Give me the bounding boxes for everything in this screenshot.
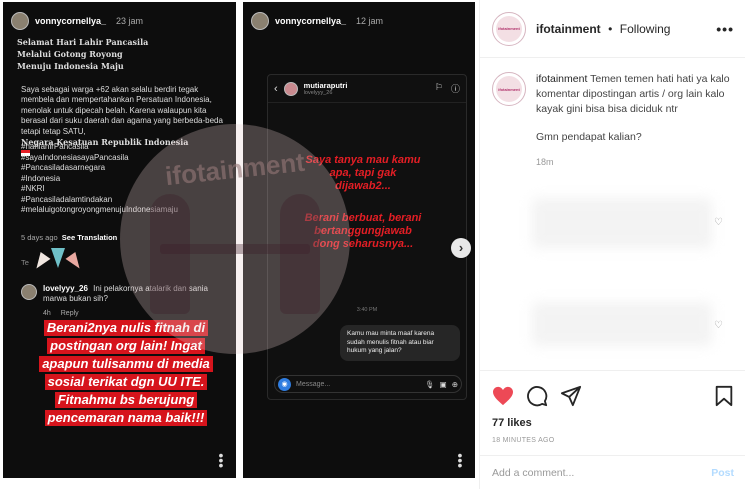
caption-time: 18m: [536, 157, 554, 167]
hashtag: #harilahirPancasila: [21, 142, 89, 151]
translation-label: Te: [21, 258, 29, 267]
dm-placeholder: Message...: [296, 380, 331, 388]
comment-meta: 4h Reply: [43, 310, 87, 317]
hashtag: #Pancasiladasarnegara: [21, 163, 106, 172]
account-avatar[interactable]: ifotainment: [492, 11, 526, 46]
account-logo: ifotainment: [496, 15, 522, 42]
post-actions: 77 likes 18 MINUTES AGO: [480, 370, 745, 444]
banner-line: Fitnahmu bs berujung: [54, 392, 198, 408]
avatar: [21, 284, 37, 300]
banner-line: sosial terikat dgn UU ITE.: [44, 374, 208, 390]
comment-reply: Reply: [60, 310, 79, 317]
hashtag: #NKRI: [21, 184, 45, 193]
header-text: ifotainment • Following: [536, 20, 670, 38]
post-caption: ifotainment ifotainment Temen temen hati…: [492, 72, 732, 167]
dm-header-icons: ⚐ ⓘ: [435, 82, 460, 95]
arrow-icon: [31, 252, 51, 272]
story-header: vonnycornellya_ 23 jam: [11, 12, 143, 30]
banner-line: pencemaran nama baik!!!: [44, 410, 208, 426]
avatar: [251, 12, 269, 30]
days-ago: 5 days ago: [21, 233, 58, 242]
heart-icon[interactable]: ♡: [714, 217, 723, 228]
caption-content: ifotainment Temen temen hati hati ya kal…: [536, 72, 732, 167]
plus-icon: ⊕: [451, 379, 458, 389]
caption-title: Selamat Hari Lahir Pancasila Melalui Got…: [17, 37, 149, 71]
hashtag: #sayaIndonesiasayaPancasila: [21, 152, 129, 162]
separator-dot: •: [608, 21, 613, 36]
see-translation-link: See Translation: [61, 233, 118, 242]
action-bar: [492, 385, 734, 407]
blurred-comment: [532, 198, 712, 248]
account-logo: ifotainment: [496, 76, 522, 102]
dm-header: ‹ mutiaraputri lovelyyy_26 ⚐ ⓘ: [268, 75, 466, 103]
caption-body-text: Saya sebagai warga +62 akan selalu berdi…: [21, 84, 223, 136]
heart-icon[interactable]: ♡: [714, 320, 723, 331]
hashtag: #melaluigotongroyongmenujuIndonesiamaju: [21, 205, 178, 214]
caption-question: Gmn pendapat kalian?: [536, 131, 642, 143]
banner-line: Berani2nya nulis fitnah di: [43, 320, 209, 336]
story-screenshot-2: vonnycornellya_ 12 jam ‹ mutiaraputri lo…: [243, 2, 475, 478]
hashtag-list: #harilahirPancasila #sayaIndonesiasayaPa…: [21, 142, 233, 216]
red-handwritten-text: Berani berbuat, berani bertanggungjawab …: [304, 212, 422, 250]
warning-banner: Berani2nya nulis fitnah di postingan org…: [21, 320, 231, 426]
story-username: vonnycornellya_: [275, 16, 347, 26]
caption-meta: 5 days ago See Translation: [21, 233, 117, 242]
story-time: 23 jam: [116, 16, 144, 26]
post-sidebar: ifotainment ifotainment • Following ••• …: [479, 0, 745, 489]
red-handwritten-text: Saya tanya mau kamu apa, tapi gak dijawa…: [305, 154, 421, 192]
story-username: vonnycornellya_: [35, 16, 107, 26]
post-time-ago: 18 MINUTES AGO: [492, 437, 555, 444]
image-icon: ▣: [439, 379, 447, 389]
hashtag: #Indonesia: [21, 173, 61, 183]
more-vertical-icon: • • •: [457, 447, 463, 473]
story-header: vonnycornellya_ 12 jam: [251, 12, 383, 30]
dm-names: mutiaraputri lovelyyy_26: [304, 81, 348, 96]
post-header: ifotainment ifotainment • Following •••: [480, 0, 745, 58]
comment-username: lovelyyy_26: [43, 284, 88, 293]
bookmark-icon[interactable]: [714, 385, 734, 407]
share-icon[interactable]: [560, 385, 582, 407]
dm-input-bar: ◉ Message... 🎙 ▣ ⊕: [274, 375, 462, 393]
caption-username[interactable]: ifotainment: [536, 73, 587, 85]
info-icon: ⓘ: [450, 84, 460, 94]
arrow-icon: [51, 248, 65, 268]
comment-age: 4h: [43, 310, 51, 317]
post-comment-button[interactable]: Post: [711, 467, 734, 479]
more-vertical-icon: • • •: [218, 447, 224, 473]
next-slide-button[interactable]: ›: [451, 238, 471, 258]
banner-line: apapun tulisanmu di media: [39, 356, 213, 372]
arrow-icon: [65, 252, 85, 272]
comment-body: lovelyyy_26 Ini pelakornya atalarik dan …: [43, 284, 231, 304]
comment: lovelyyy_26 Ini pelakornya atalarik dan …: [21, 284, 231, 304]
more-options-icon[interactable]: •••: [716, 21, 734, 37]
story-time: 12 jam: [356, 16, 384, 26]
following-button[interactable]: Following: [620, 22, 671, 36]
flag-icon: ⚐: [434, 82, 443, 92]
avatar: [11, 12, 29, 30]
hashtag: #Pancasiladalamtindakan: [21, 194, 113, 204]
dm-timestamp: 3:40 PM: [356, 307, 378, 313]
dm-message-bubble: Kamu mau minta maaf karena sudah menulis…: [340, 325, 460, 361]
instagram-post-view: vonnycornellya_ 23 jam Selamat Hari Lahi…: [0, 0, 745, 489]
banner-line: postingan org lain! Ingat: [47, 338, 205, 354]
blurred-comment: [532, 302, 712, 346]
caption-text: ifotainment Temen temen hati hati ya kal…: [536, 72, 732, 117]
camera-icon: ◉: [278, 377, 291, 391]
back-icon: ‹: [274, 82, 278, 95]
like-count[interactable]: 77 likes: [492, 417, 734, 429]
add-comment-bar: Add a comment... Post: [480, 455, 745, 489]
dm-name: mutiaraputri: [303, 81, 348, 90]
account-name[interactable]: ifotainment: [536, 22, 601, 36]
comment-input[interactable]: Add a comment...: [492, 467, 711, 479]
microphone-icon: 🎙: [425, 379, 435, 389]
comment-icon[interactable]: [526, 385, 548, 407]
caption-avatar[interactable]: ifotainment: [492, 72, 526, 106]
like-heart-icon[interactable]: [492, 386, 514, 406]
post-media: vonnycornellya_ 23 jam Selamat Hari Lahi…: [0, 0, 479, 489]
story-screenshot-1: vonnycornellya_ 23 jam Selamat Hari Lahi…: [3, 2, 236, 478]
avatar: [283, 81, 298, 96]
dm-subname: lovelyyy_26: [303, 90, 333, 96]
